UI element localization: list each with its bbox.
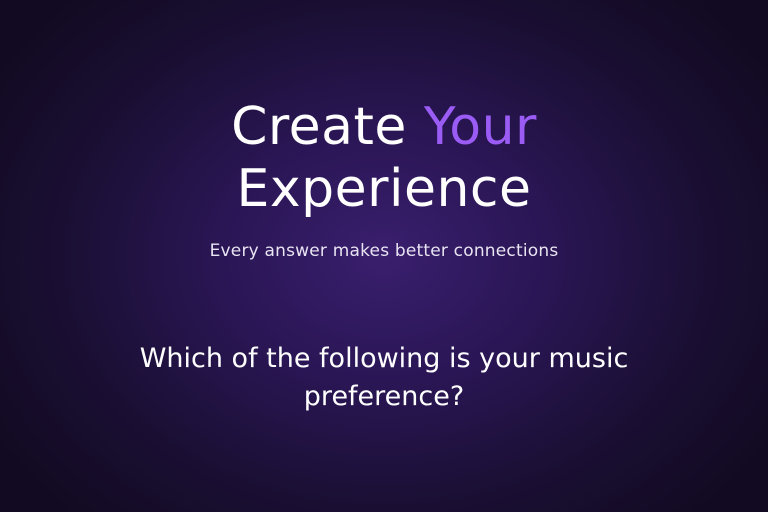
question-text: Which of the following is your music pre… xyxy=(139,343,629,412)
title-part-experience: Experience xyxy=(236,159,532,219)
hero-section: Create Your Experience Every answer make… xyxy=(0,96,768,262)
title-accent-word: Your xyxy=(423,97,537,157)
question-section: Which of the following is your music pre… xyxy=(0,340,768,416)
page-subtitle: Every answer makes better connections xyxy=(209,241,559,261)
title-part-create: Create xyxy=(231,97,407,157)
page-title: Create Your Experience xyxy=(0,96,768,220)
